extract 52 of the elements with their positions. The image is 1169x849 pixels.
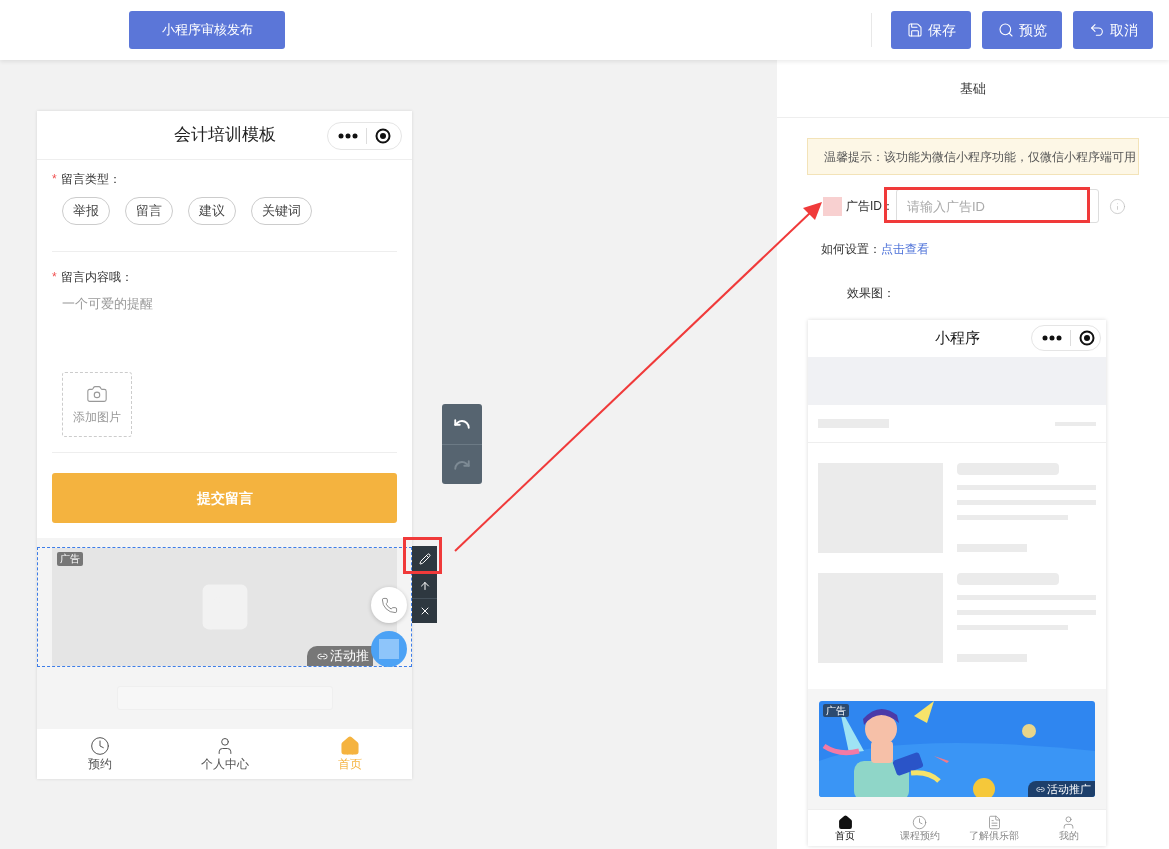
person-icon: [1061, 815, 1077, 830]
tab-item[interactable]: 个人中心: [162, 729, 287, 779]
blurred-mark: [823, 196, 842, 216]
field-label: 留言内容哦：: [60, 269, 133, 286]
page-title: 会计培训模板: [173, 124, 276, 147]
home-icon: [837, 815, 853, 830]
clock-icon: [89, 736, 110, 756]
required-mark: *: [52, 269, 57, 286]
highlight-box: [403, 537, 442, 574]
tab-item[interactable]: 课程预约: [882, 810, 957, 846]
more-icon: [338, 133, 358, 139]
view-link[interactable]: 点击查看: [881, 240, 929, 258]
ad-id-field[interactable]: 请输入广告ID: [896, 189, 1099, 223]
phone-icon: [380, 596, 398, 614]
promo-tag: 活动推广: [1028, 781, 1095, 797]
tab-item[interactable]: 首页: [808, 810, 883, 846]
page-title: 小程序: [934, 328, 980, 349]
tab-item[interactable]: 了解俱乐部: [957, 810, 1032, 846]
notice-banner: 温馨提示：该功能为微信小程序功能，仅微信小程序端可用: [807, 138, 1139, 175]
record-icon: [1079, 330, 1095, 346]
capsule-menu[interactable]: [327, 122, 402, 150]
ad-badge: 广告: [823, 704, 849, 717]
save-icon: [906, 22, 923, 38]
camera-icon: [86, 383, 108, 405]
clock-icon: [912, 815, 928, 830]
ad-badge: 广告: [57, 552, 83, 566]
more-icon: [1042, 335, 1062, 341]
square-icon: [379, 639, 399, 659]
selected-component-outline[interactable]: 广告 活动推: [37, 547, 412, 667]
preview-button[interactable]: 预览: [982, 11, 1062, 49]
tab-item[interactable]: 预约: [37, 729, 162, 779]
capsule-menu[interactable]: [1031, 325, 1101, 351]
save-button[interactable]: 保存: [891, 11, 971, 49]
cancel-button[interactable]: 取消: [1073, 11, 1153, 49]
undo-icon: [1088, 22, 1105, 38]
field-label: 广告ID：: [846, 198, 894, 215]
tab-item[interactable]: 我的: [1031, 810, 1106, 846]
panel-tab[interactable]: 基础: [960, 78, 986, 99]
up-arrow-icon: [418, 579, 431, 592]
link-icon: [1036, 784, 1045, 794]
upload-image-tile[interactable]: 添加图片: [62, 372, 132, 437]
field-label: 效果图：: [847, 285, 895, 302]
required-mark: *: [52, 171, 57, 188]
promo-tag: 活动推: [307, 646, 373, 666]
document-icon: [986, 815, 1002, 830]
search-icon: [997, 22, 1014, 38]
publish-button[interactable]: 小程序审核发布: [129, 11, 285, 49]
field-label: 如何设置：: [821, 241, 881, 258]
pencil-icon: [418, 553, 431, 565]
field-label: 留言类型：: [60, 171, 121, 188]
record-icon: [375, 128, 391, 144]
home-icon: [339, 736, 360, 756]
